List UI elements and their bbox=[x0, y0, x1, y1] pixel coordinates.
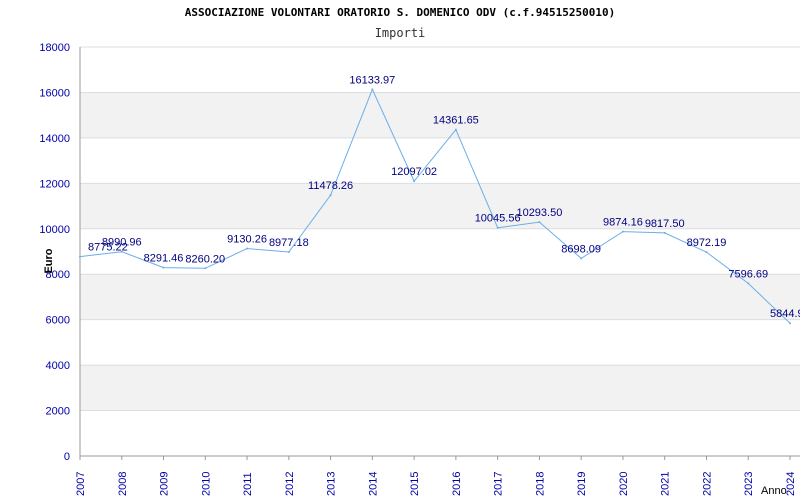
x-tick-label: 2009 bbox=[159, 472, 171, 496]
y-tick-label: 14000 bbox=[39, 133, 70, 145]
x-tick-label: 2010 bbox=[200, 472, 212, 496]
data-point bbox=[246, 247, 249, 250]
data-label: 8260.20 bbox=[185, 253, 225, 265]
data-label: 8291.46 bbox=[144, 253, 184, 265]
y-axis-label: Euro bbox=[43, 248, 55, 273]
y-tick-label: 2000 bbox=[46, 406, 70, 418]
x-tick-label: 2012 bbox=[284, 472, 296, 496]
y-tick-label: 16000 bbox=[39, 87, 70, 99]
data-point bbox=[371, 88, 374, 91]
x-axis-label: Anno bbox=[761, 485, 787, 497]
data-label: 10293.50 bbox=[516, 207, 562, 219]
data-point bbox=[705, 251, 708, 254]
data-label: 5844.9 bbox=[770, 308, 800, 320]
data-label: 11478.26 bbox=[308, 180, 353, 192]
data-label: 9130.26 bbox=[227, 234, 267, 246]
data-point bbox=[747, 282, 750, 285]
grid-band bbox=[80, 274, 800, 320]
data-point bbox=[580, 257, 583, 260]
data-point bbox=[621, 230, 624, 233]
x-tick-label: 2021 bbox=[660, 472, 672, 496]
data-point bbox=[162, 266, 165, 269]
y-tick-label: 12000 bbox=[39, 178, 70, 190]
data-point bbox=[413, 180, 416, 183]
data-point bbox=[789, 322, 791, 325]
x-tick-label: 2015 bbox=[409, 472, 421, 496]
x-tick-label: 2022 bbox=[701, 472, 713, 496]
data-label: 8698.09 bbox=[561, 243, 601, 255]
y-tick-label: 18000 bbox=[39, 42, 70, 54]
grid-band bbox=[80, 365, 800, 411]
data-label: 10045.56 bbox=[475, 213, 521, 225]
x-tick-label: 2020 bbox=[618, 472, 630, 496]
y-tick-label: 4000 bbox=[46, 360, 70, 372]
data-point bbox=[538, 221, 541, 224]
y-tick-label: 6000 bbox=[46, 315, 70, 327]
x-tick-label: 2017 bbox=[493, 472, 505, 496]
x-tick-label: 2016 bbox=[451, 472, 463, 496]
y-tick-label: 0 bbox=[64, 451, 70, 463]
data-label: 8990.96 bbox=[102, 237, 142, 249]
data-point bbox=[329, 194, 332, 197]
data-point bbox=[454, 128, 457, 131]
data-label: 16133.97 bbox=[349, 74, 395, 86]
plot-area: 0200040006000800010000120001400016000180… bbox=[39, 42, 800, 497]
data-point bbox=[79, 255, 81, 258]
data-label: 9874.16 bbox=[603, 217, 643, 229]
x-tick-label: 2013 bbox=[326, 472, 338, 496]
data-label: 9817.50 bbox=[645, 218, 685, 230]
chart: ASSOCIAZIONE VOLONTARI ORATORIO S. DOMEN… bbox=[0, 0, 800, 500]
data-label: 8972.19 bbox=[687, 237, 727, 249]
x-tick-label: 2014 bbox=[367, 472, 379, 496]
data-point bbox=[204, 267, 207, 270]
data-point bbox=[663, 231, 666, 234]
data-label: 7596.69 bbox=[728, 268, 768, 280]
x-tick-label: 2011 bbox=[242, 472, 254, 496]
grid-band bbox=[80, 183, 800, 229]
x-tick-label: 2019 bbox=[576, 472, 588, 496]
x-tick-label: 2007 bbox=[75, 472, 87, 496]
x-tick-label: 2024 bbox=[785, 472, 797, 496]
data-point bbox=[287, 251, 290, 254]
x-tick-label: 2023 bbox=[743, 472, 755, 496]
data-point bbox=[496, 226, 499, 229]
data-label: 14361.65 bbox=[433, 115, 479, 127]
x-tick-label: 2008 bbox=[117, 472, 129, 496]
data-label: 12097.02 bbox=[391, 166, 437, 178]
y-tick-label: 10000 bbox=[39, 224, 70, 236]
data-label: 8977.18 bbox=[269, 237, 309, 249]
x-tick-label: 2018 bbox=[534, 472, 546, 496]
